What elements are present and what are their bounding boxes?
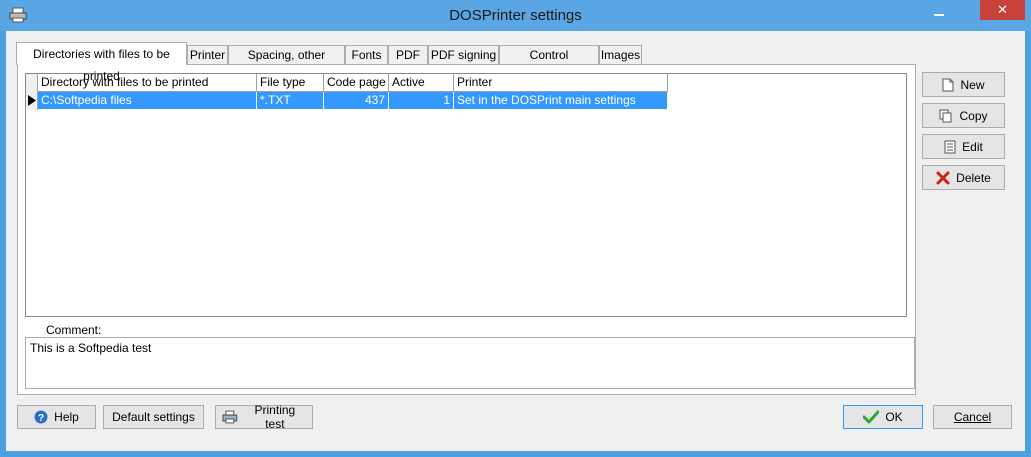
tab-printer[interactable]: Printer <box>187 45 228 64</box>
dialog-client-area: Directories with files to be printed Pri… <box>6 31 1025 451</box>
window-title: DOSPrinter settings <box>449 7 582 24</box>
close-button[interactable]: ✕ <box>980 0 1025 20</box>
new-button-label: New <box>960 77 985 92</box>
tab-pdf[interactable]: PDF <box>388 45 428 64</box>
printer-icon <box>222 410 238 424</box>
tab-directories[interactable]: Directories with files to be printed <box>16 42 187 83</box>
default-settings-button[interactable]: Default settings <box>103 405 204 429</box>
column-header-file-type[interactable]: File type <box>257 74 324 92</box>
edit-button-label: Edit <box>962 139 983 154</box>
column-header-code-page[interactable]: Code page <box>324 74 389 92</box>
ok-button-label: OK <box>885 410 903 424</box>
title-bar[interactable]: DOSPrinter settings ✕ <box>0 0 1031 31</box>
copy-button-label: Copy <box>959 108 988 123</box>
cancel-button[interactable]: Cancel <box>933 405 1012 429</box>
current-row-arrow-icon <box>28 95 36 106</box>
new-document-icon <box>942 78 954 91</box>
row-indicator-column <box>26 74 38 110</box>
help-icon: ? <box>34 410 48 424</box>
new-button[interactable]: New <box>922 72 1005 97</box>
table-row[interactable]: C:\Softpedia files *.TXT 437 1 Set in th… <box>38 92 668 109</box>
cell-active[interactable]: 1 <box>389 92 454 109</box>
tab-pdf-signing[interactable]: PDF signing <box>428 45 499 64</box>
checkmark-icon <box>863 410 880 424</box>
edit-button[interactable]: Edit <box>922 134 1005 159</box>
comment-field[interactable]: This is a Softpedia test <box>25 337 915 389</box>
delete-button-label: Delete <box>956 170 991 185</box>
printing-test-button[interactable]: Printing test <box>215 403 313 431</box>
minimize-button[interactable] <box>928 4 950 22</box>
tab-fonts[interactable]: Fonts <box>345 45 388 64</box>
ok-button[interactable]: OK <box>843 405 923 429</box>
tab-images[interactable]: Images <box>599 45 642 64</box>
settings-window: DOSPrinter settings ✕ Directories with f… <box>0 0 1031 457</box>
cancel-button-label: Cancel <box>953 410 992 424</box>
tab-panel: Directory with files to be printed File … <box>17 64 916 395</box>
column-header-active[interactable]: Active <box>389 74 454 92</box>
copy-button[interactable]: Copy <box>922 103 1005 128</box>
delete-button[interactable]: Delete <box>922 165 1005 190</box>
copy-icon <box>939 109 952 122</box>
cell-file-type[interactable]: *.TXT <box>257 92 324 109</box>
delete-x-icon <box>936 171 950 184</box>
directories-table[interactable]: Directory with files to be printed File … <box>25 73 907 317</box>
default-settings-button-label: Default settings <box>112 410 195 424</box>
help-button-label: Help <box>54 410 79 424</box>
comment-label: Comment: <box>46 323 102 337</box>
svg-text:?: ? <box>38 413 44 424</box>
tab-control-sequences[interactable]: Control sequences <box>499 45 599 81</box>
cell-code-page[interactable]: 437 <box>324 92 389 109</box>
cell-printer[interactable]: Set in the DOSPrint main settings <box>454 92 668 109</box>
printing-test-button-label: Printing test <box>254 403 296 431</box>
column-header-printer[interactable]: Printer <box>454 74 668 92</box>
cell-directory[interactable]: C:\Softpedia files <box>38 92 257 109</box>
edit-document-icon <box>944 140 956 153</box>
column-header-directory[interactable]: Directory with files to be printed <box>38 74 257 92</box>
tab-spacing-options[interactable]: Spacing, other options <box>228 45 345 81</box>
help-button[interactable]: ? Help <box>17 405 96 429</box>
